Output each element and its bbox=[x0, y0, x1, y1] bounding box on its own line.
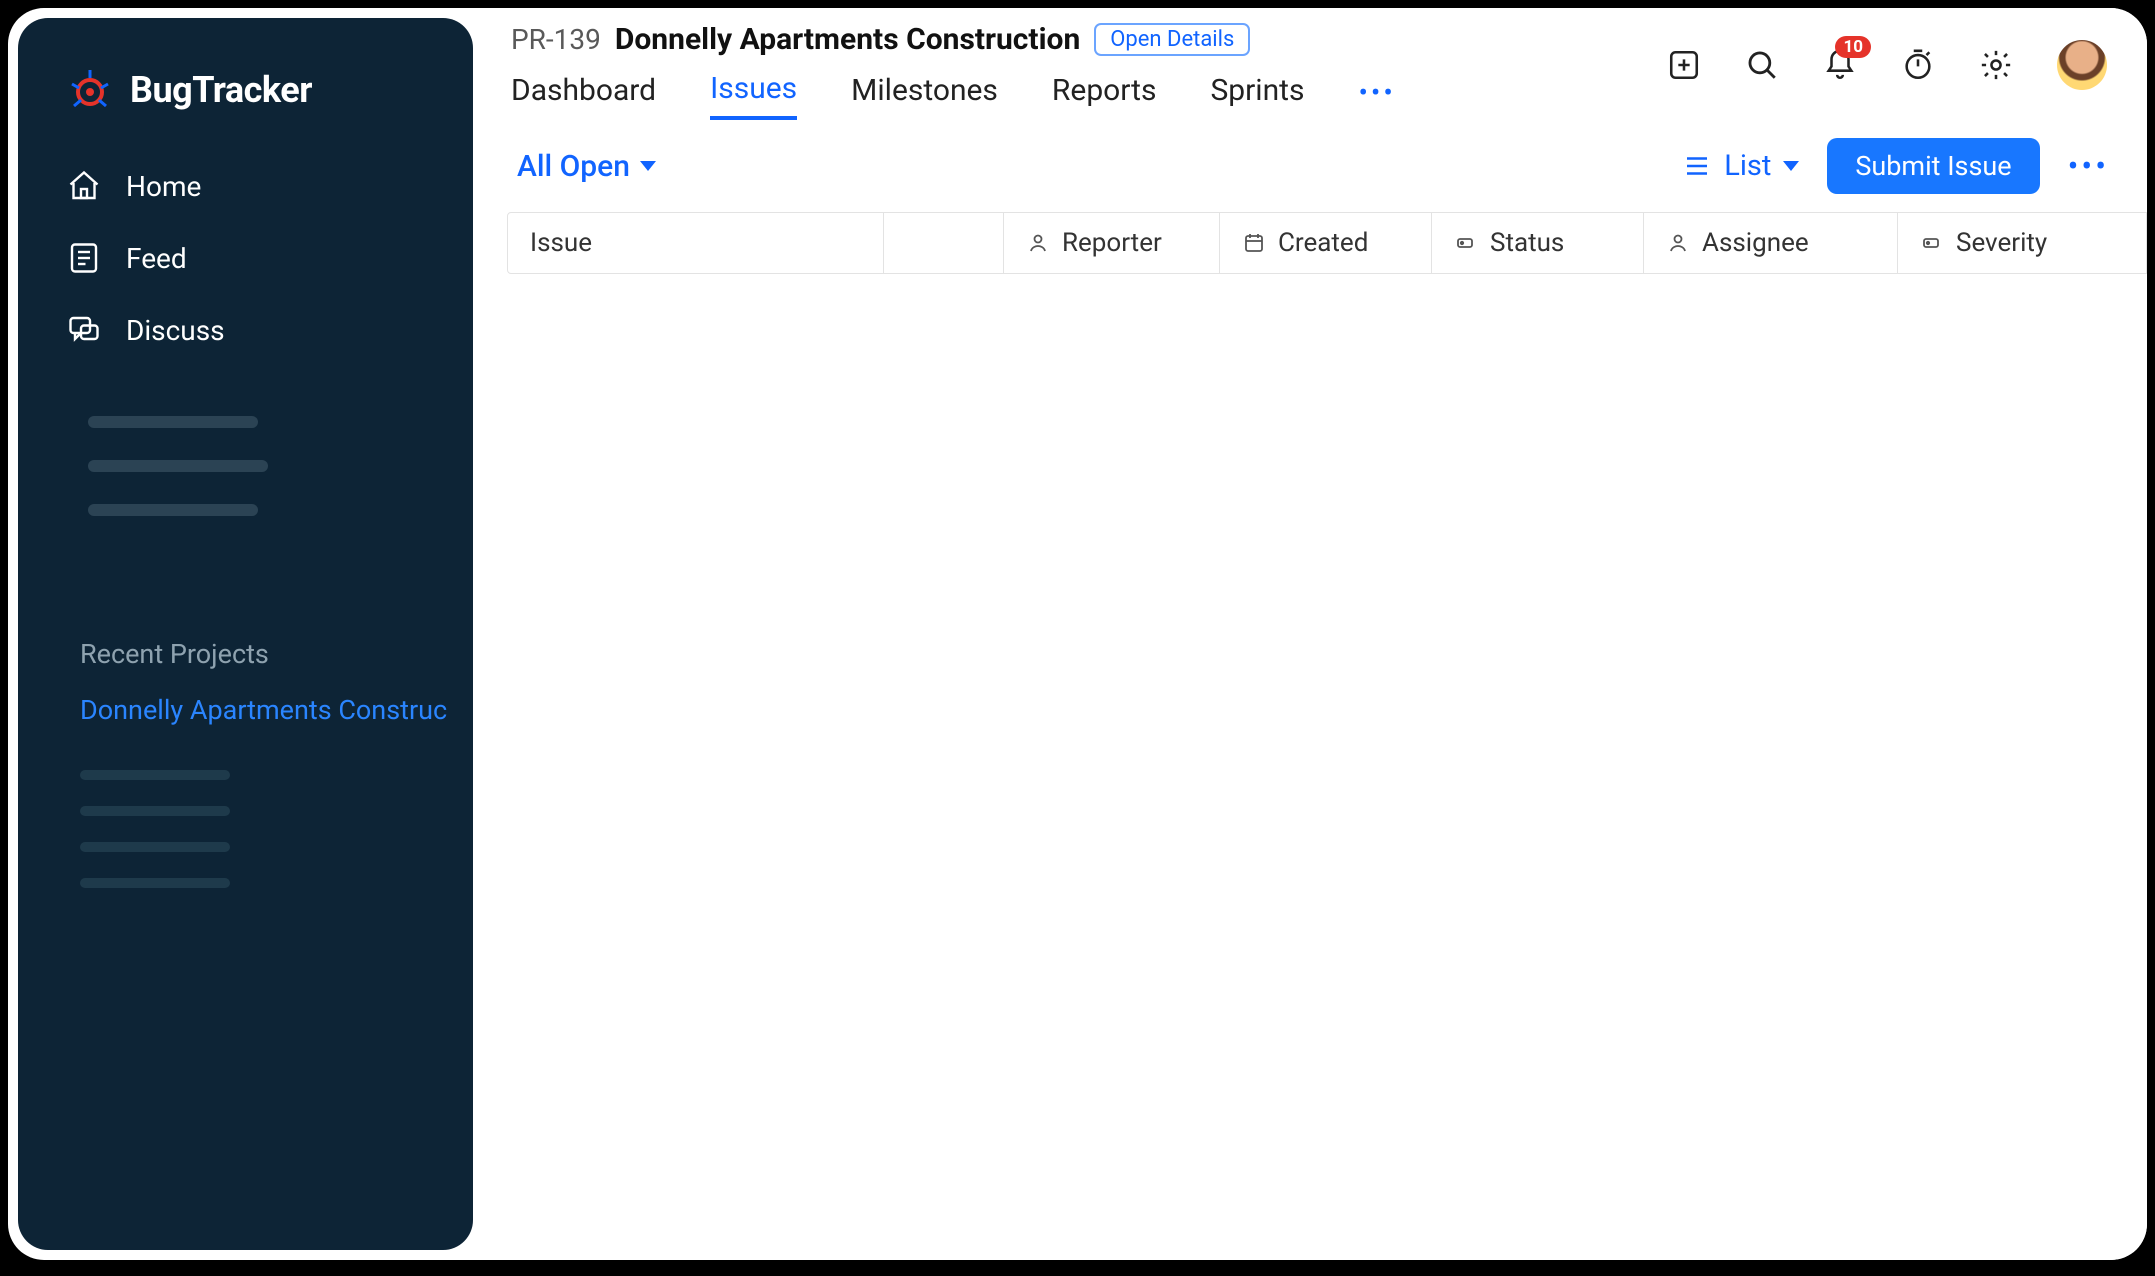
home-icon bbox=[66, 168, 102, 204]
search-icon[interactable] bbox=[1745, 48, 1779, 82]
project-tabs: Dashboard Issues Milestones Reports Spri… bbox=[511, 57, 1667, 120]
sidebar-item-label: Feed bbox=[126, 242, 187, 275]
app-logo[interactable]: BugTracker bbox=[18, 42, 473, 150]
main-content: PR-139 Donnelly Apartments Construction … bbox=[483, 8, 2147, 1260]
more-actions-icon[interactable]: ••• bbox=[2068, 147, 2109, 185]
avatar[interactable] bbox=[2057, 40, 2107, 90]
col-status[interactable]: Status bbox=[1432, 213, 1644, 273]
tag-icon bbox=[1454, 231, 1478, 255]
chevron-down-icon bbox=[640, 161, 656, 171]
col-reporter[interactable]: Reporter bbox=[1004, 213, 1220, 273]
tab-milestones[interactable]: Milestones bbox=[851, 73, 998, 118]
sidebar-skeleton bbox=[18, 366, 473, 516]
app-name: BugTracker bbox=[130, 69, 312, 111]
col-created[interactable]: Created bbox=[1220, 213, 1432, 273]
tabs-more-icon[interactable]: ••• bbox=[1358, 76, 1395, 115]
sidebar-item-discuss[interactable]: Discuss bbox=[54, 294, 437, 366]
tab-reports[interactable]: Reports bbox=[1052, 73, 1157, 118]
filter-bar: All Open List Submit Issue ••• bbox=[483, 120, 2147, 212]
recent-skeleton bbox=[18, 736, 473, 922]
notification-badge: 10 bbox=[1835, 36, 1871, 58]
gear-icon[interactable] bbox=[1979, 48, 2013, 82]
table-header: Issue Reporter Created Status Assig bbox=[507, 212, 2147, 274]
tab-issues[interactable]: Issues bbox=[710, 71, 797, 120]
person-icon bbox=[1666, 231, 1690, 255]
col-issue[interactable]: Issue bbox=[508, 213, 884, 273]
feed-icon bbox=[66, 240, 102, 276]
topbar: PR-139 Donnelly Apartments Construction … bbox=[483, 12, 2147, 120]
col-severity[interactable]: Severity bbox=[1898, 213, 2146, 273]
col-spacer bbox=[884, 213, 1004, 273]
filter-label: All Open bbox=[517, 149, 630, 184]
recent-project-item[interactable]: Donnelly Apartments Construc bbox=[18, 684, 473, 736]
tab-sprints[interactable]: Sprints bbox=[1210, 73, 1304, 118]
sidebar: BugTracker Home Feed bbox=[18, 18, 473, 1250]
project-name: Donnelly Apartments Construction bbox=[615, 22, 1080, 57]
timer-icon[interactable] bbox=[1901, 48, 1935, 82]
sidebar-item-label: Home bbox=[126, 170, 201, 203]
person-icon bbox=[1026, 231, 1050, 255]
sidebar-item-feed[interactable]: Feed bbox=[54, 222, 437, 294]
tab-dashboard[interactable]: Dashboard bbox=[511, 73, 656, 118]
view-mode-label: List bbox=[1724, 149, 1771, 183]
add-icon[interactable] bbox=[1667, 48, 1701, 82]
list-icon bbox=[1682, 151, 1712, 181]
bug-icon bbox=[66, 66, 114, 114]
filter-dropdown[interactable]: All Open bbox=[517, 149, 656, 184]
col-assignee[interactable]: Assignee bbox=[1644, 213, 1898, 273]
open-details-button[interactable]: Open Details bbox=[1094, 23, 1250, 56]
issues-table: Issue Reporter Created Status Assig bbox=[483, 212, 2147, 274]
recent-projects-heading: Recent Projects bbox=[18, 548, 473, 684]
discuss-icon bbox=[66, 312, 102, 348]
submit-issue-button[interactable]: Submit Issue bbox=[1827, 138, 2039, 194]
project-code: PR-139 bbox=[511, 23, 601, 56]
sidebar-item-label: Discuss bbox=[126, 314, 225, 347]
view-mode-dropdown[interactable]: List bbox=[1682, 149, 1799, 183]
chevron-down-icon bbox=[1783, 161, 1799, 171]
sidebar-item-home[interactable]: Home bbox=[54, 150, 437, 222]
tag-icon bbox=[1920, 231, 1944, 255]
calendar-icon bbox=[1242, 231, 1266, 255]
project-title-row: PR-139 Donnelly Apartments Construction … bbox=[511, 18, 1667, 57]
sidebar-nav: Home Feed Discuss bbox=[18, 150, 473, 366]
bell-icon[interactable]: 10 bbox=[1823, 48, 1857, 82]
